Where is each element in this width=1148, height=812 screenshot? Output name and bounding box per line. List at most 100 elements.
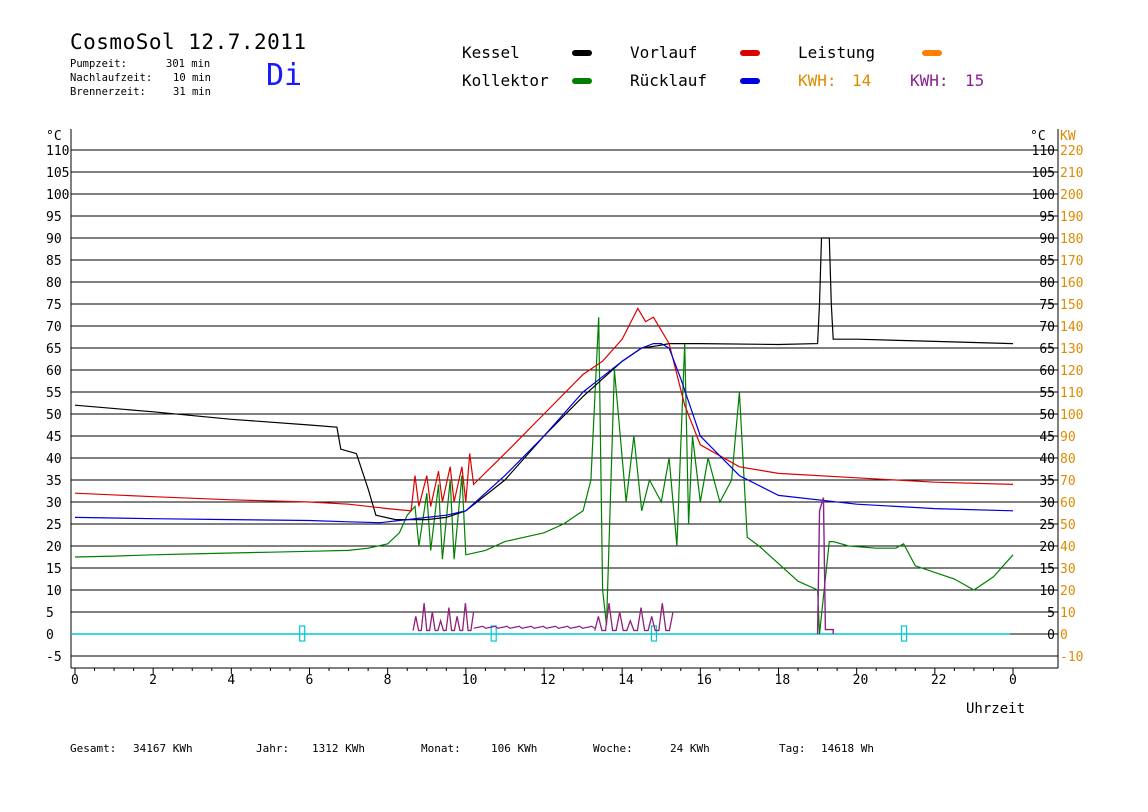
y2-tick-label: 120	[1060, 364, 1083, 379]
y-right-tick-label: 40	[1039, 452, 1055, 467]
y2-tick-label: 210	[1060, 166, 1083, 181]
y-right-tick-label: 15	[1039, 562, 1055, 577]
footer-value-gesamt: 34167 KWh	[133, 742, 193, 755]
y-tick-label: 95	[46, 210, 62, 225]
y-tick-label: 105	[46, 166, 69, 181]
y-tick-label: 0	[46, 628, 54, 643]
right-axis-unit-kw: KW	[1060, 129, 1076, 144]
y2-tick-label: 200	[1060, 188, 1083, 203]
y2-tick-label: 180	[1060, 232, 1083, 247]
x-tick-label: 20	[853, 673, 869, 688]
y2-tick-label: 130	[1060, 342, 1083, 357]
footer-label-tag: Tag:	[779, 742, 806, 755]
y2-tick-label: 140	[1060, 320, 1083, 335]
y2-tick-label: 170	[1060, 254, 1083, 269]
y2-tick-label: 190	[1060, 210, 1083, 225]
power-burst-morning-2	[412, 603, 475, 632]
y-tick-label: 45	[46, 430, 62, 445]
x-tick-label: 8	[384, 673, 392, 688]
y2-tick-label: 50	[1060, 518, 1076, 533]
y2-tick-label: 220	[1060, 144, 1083, 159]
y-right-tick-label: 55	[1039, 386, 1055, 401]
y2-tick-label: 150	[1060, 298, 1083, 313]
y-tick-label: 65	[46, 342, 62, 357]
y-right-tick-label: 80	[1039, 276, 1055, 291]
y-right-tick-label: 30	[1039, 496, 1055, 511]
y-right-tick-label: 60	[1039, 364, 1055, 379]
y-tick-label: 15	[46, 562, 62, 577]
temperature-chart: -5 -100 0 05 5 1010 10 2015 15 3020 20 4025 25 5030 30…	[46, 129, 1083, 688]
y-right-tick-label: 10	[1039, 584, 1055, 599]
y-right-tick-label: 25	[1039, 518, 1055, 533]
y-right-tick-label: 70	[1039, 320, 1055, 335]
y2-tick-label: 30	[1060, 562, 1076, 577]
y-right-tick-label: 90	[1039, 232, 1055, 247]
y-tick-label: 50	[46, 408, 62, 423]
y2-tick-label: 80	[1060, 452, 1076, 467]
y-right-tick-label: 100	[1032, 188, 1055, 203]
footer-label-gesamt: Gesamt:	[70, 742, 117, 755]
y-right-tick-label: 110	[1032, 144, 1055, 159]
y-tick-label: 75	[46, 298, 62, 313]
y-right-tick-label: 75	[1039, 298, 1055, 313]
y2-tick-label: 70	[1060, 474, 1076, 489]
y2-tick-label: 160	[1060, 276, 1083, 291]
y-right-tick-label: 95	[1039, 210, 1055, 225]
y-right-tick-label: 105	[1032, 166, 1055, 181]
y2-tick-label: 10	[1060, 606, 1076, 621]
y-tick-label: 30	[46, 496, 62, 511]
y-right-tick-label: 65	[1039, 342, 1055, 357]
y-tick-label: 90	[46, 232, 62, 247]
footer-label-woche: Woche:	[593, 742, 633, 755]
y-tick-label: 100	[46, 188, 69, 203]
x-tick-label: 18	[775, 673, 791, 688]
left-axis-unit: °C	[46, 129, 62, 144]
y-right-tick-label: 85	[1039, 254, 1055, 269]
x-tick-label: 10	[462, 673, 478, 688]
footer-value-monat: 106 KWh	[491, 742, 538, 755]
power-burner-spike	[816, 497, 834, 635]
y2-tick-label: 0	[1060, 628, 1068, 643]
y-right-tick-label: 5	[1047, 606, 1055, 621]
y-right-tick-label: 0	[1047, 628, 1055, 643]
x-axis-title: Uhrzeit	[966, 701, 1026, 717]
x-tick-label: 14	[618, 673, 634, 688]
y-tick-label: 110	[46, 144, 69, 159]
y2-tick-label: 110	[1060, 386, 1083, 401]
y2-tick-label: 40	[1060, 540, 1076, 555]
y-tick-label: 35	[46, 474, 62, 489]
y-tick-label: 40	[46, 452, 62, 467]
y-tick-label: 80	[46, 276, 62, 291]
y-right-tick-label: 20	[1039, 540, 1055, 555]
y2-tick-label: 100	[1060, 408, 1083, 423]
footer-label-monat: Monat:	[421, 742, 461, 755]
y-tick-label: 5	[46, 606, 54, 621]
y-tick-label: 85	[46, 254, 62, 269]
series-line-kessel	[74, 237, 1014, 521]
y-right-tick-label: 50	[1039, 408, 1055, 423]
x-tick-label: 12	[540, 673, 556, 688]
y-tick-label: 60	[46, 364, 62, 379]
x-tick-label: 0	[1009, 673, 1017, 688]
footer-value-jahr: 1312 KWh	[312, 742, 365, 755]
right-axis-unit: °C	[1030, 129, 1046, 144]
x-tick-label: 2	[149, 673, 157, 688]
x-tick-label: 4	[227, 673, 235, 688]
y-right-tick-label: 45	[1039, 430, 1055, 445]
footer-label-jahr: Jahr:	[256, 742, 290, 755]
y-tick-label: 10	[46, 584, 62, 599]
y-right-tick-label: 35	[1039, 474, 1055, 489]
y-tick-label: -5	[46, 650, 62, 665]
x-tick-label: 16	[696, 673, 712, 688]
y2-tick-label: 90	[1060, 430, 1076, 445]
y2-tick-label: 60	[1060, 496, 1076, 511]
x-tick-label: 22	[931, 673, 947, 688]
y2-tick-label: -10	[1060, 650, 1083, 665]
y-tick-label: 25	[46, 518, 62, 533]
y2-tick-label: 20	[1060, 584, 1076, 599]
x-tick-label: 6	[306, 673, 314, 688]
footer-value-woche: 24 KWh	[670, 742, 710, 755]
y-tick-label: 20	[46, 540, 62, 555]
footer-value-tag: 14618 Wh	[821, 742, 874, 755]
series-line-kollektor	[74, 317, 1014, 635]
